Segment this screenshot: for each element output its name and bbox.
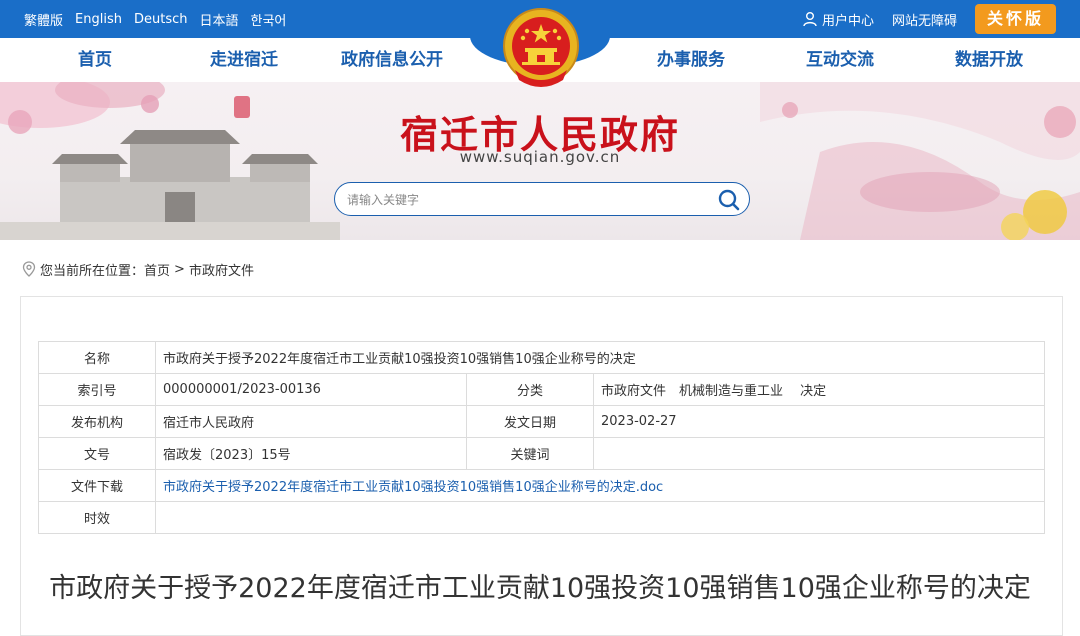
category-label: 分类 [466, 373, 594, 406]
validity-value [155, 501, 1045, 534]
lang-japanese[interactable]: 日本語 [199, 10, 238, 29]
lang-german[interactable]: Deutsch [134, 12, 188, 27]
publisher-value: 宿迁市人民政府 [155, 405, 467, 438]
keywords-label: 关键词 [466, 437, 594, 470]
table-row: 发布机构 宿迁市人民政府 发文日期 2023-02-27 [38, 405, 1045, 438]
table-row: 文件下载 市政府关于授予2022年度宿迁市工业贡献10强投资10强销售10强企业… [38, 469, 1045, 502]
user-center-label: 用户中心 [821, 13, 874, 29]
top-links: 用户中心 网站无障碍 关怀版 [802, 0, 1056, 38]
accessibility-link[interactable]: 网站无障碍 [892, 10, 957, 29]
breadcrumb-gov-documents[interactable]: 市政府文件 [189, 260, 254, 279]
download-link[interactable]: 市政府关于授予2022年度宿迁市工业贡献10强投资10强销售10强企业称号的决定… [163, 480, 663, 495]
index-value: 000000001/2023-00136 [155, 373, 467, 406]
nav-item-about-suqian[interactable]: 走进宿迁 [174, 38, 314, 82]
national-emblem [489, 0, 593, 94]
care-version-button[interactable]: 关怀版 [974, 4, 1056, 34]
search-icon[interactable] [717, 188, 741, 212]
breadcrumb-separator: > [174, 261, 185, 277]
date-value: 2023-02-27 [593, 405, 1045, 438]
validity-label: 时效 [38, 501, 156, 534]
breadcrumb-prefix: 您当前所在位置： [40, 263, 145, 279]
location-pin-icon [22, 261, 36, 277]
doc-number-label: 文号 [38, 437, 156, 470]
user-center-link[interactable]: 用户中心 [802, 10, 874, 29]
table-row: 索引号 000000001/2023-00136 分类 市政府文件 机械制造与重… [38, 373, 1045, 406]
lang-english[interactable]: English [75, 12, 122, 27]
site-banner: 宿迁市人民政府 www.suqian.gov.cn [0, 82, 1080, 240]
user-icon [803, 12, 817, 27]
download-cell: 市政府关于授予2022年度宿迁市工业贡献10强投资10强销售10强企业称号的决定… [155, 469, 1045, 502]
nav-item-services[interactable]: 办事服务 [621, 38, 761, 82]
breadcrumb-home[interactable]: 首页 [144, 260, 170, 279]
breadcrumb: 您当前所在位置： 首页 > 市政府文件 [22, 258, 254, 280]
doc-number-value: 宿政发〔2023〕15号 [155, 437, 467, 470]
search-input[interactable] [347, 189, 697, 211]
keywords-value [593, 437, 1045, 470]
table-row: 文号 宿政发〔2023〕15号 关键词 [38, 437, 1045, 470]
lang-traditional-chinese[interactable]: 繁體版 [24, 10, 63, 29]
document-title: 市政府关于授予2022年度宿迁市工业贡献10强投资10强销售10强企业称号的决定 [49, 573, 1031, 604]
category-value: 市政府文件 机械制造与重工业 决定 [593, 373, 1045, 406]
download-label: 文件下载 [38, 469, 156, 502]
table-row: 时效 [38, 501, 1045, 534]
nav-item-gov-info[interactable]: 政府信息公开 [322, 38, 462, 82]
nav-item-interaction[interactable]: 互动交流 [770, 38, 910, 82]
date-label: 发文日期 [466, 405, 594, 438]
name-value: 市政府关于授予2022年度宿迁市工业贡献10强投资10强销售10强企业称号的决定 [155, 341, 1045, 374]
language-switcher: 繁體版 English Deutsch 日本語 한국어 [24, 0, 286, 38]
nav-item-home[interactable]: 首页 [25, 38, 165, 82]
table-row: 名称 市政府关于授予2022年度宿迁市工业贡献10强投资10强销售10强企业称号… [38, 341, 1045, 374]
lang-korean[interactable]: 한국어 [251, 10, 287, 29]
site-url: www.suqian.gov.cn [459, 148, 621, 166]
document-info-table: 名称 市政府关于授予2022年度宿迁市工业贡献10强投资10强销售10强企业称号… [38, 341, 1045, 534]
nav-item-open-data[interactable]: 数据开放 [919, 38, 1059, 82]
search-box [334, 182, 750, 216]
publisher-label: 发布机构 [38, 405, 156, 438]
index-label: 索引号 [38, 373, 156, 406]
name-label: 名称 [38, 341, 156, 374]
